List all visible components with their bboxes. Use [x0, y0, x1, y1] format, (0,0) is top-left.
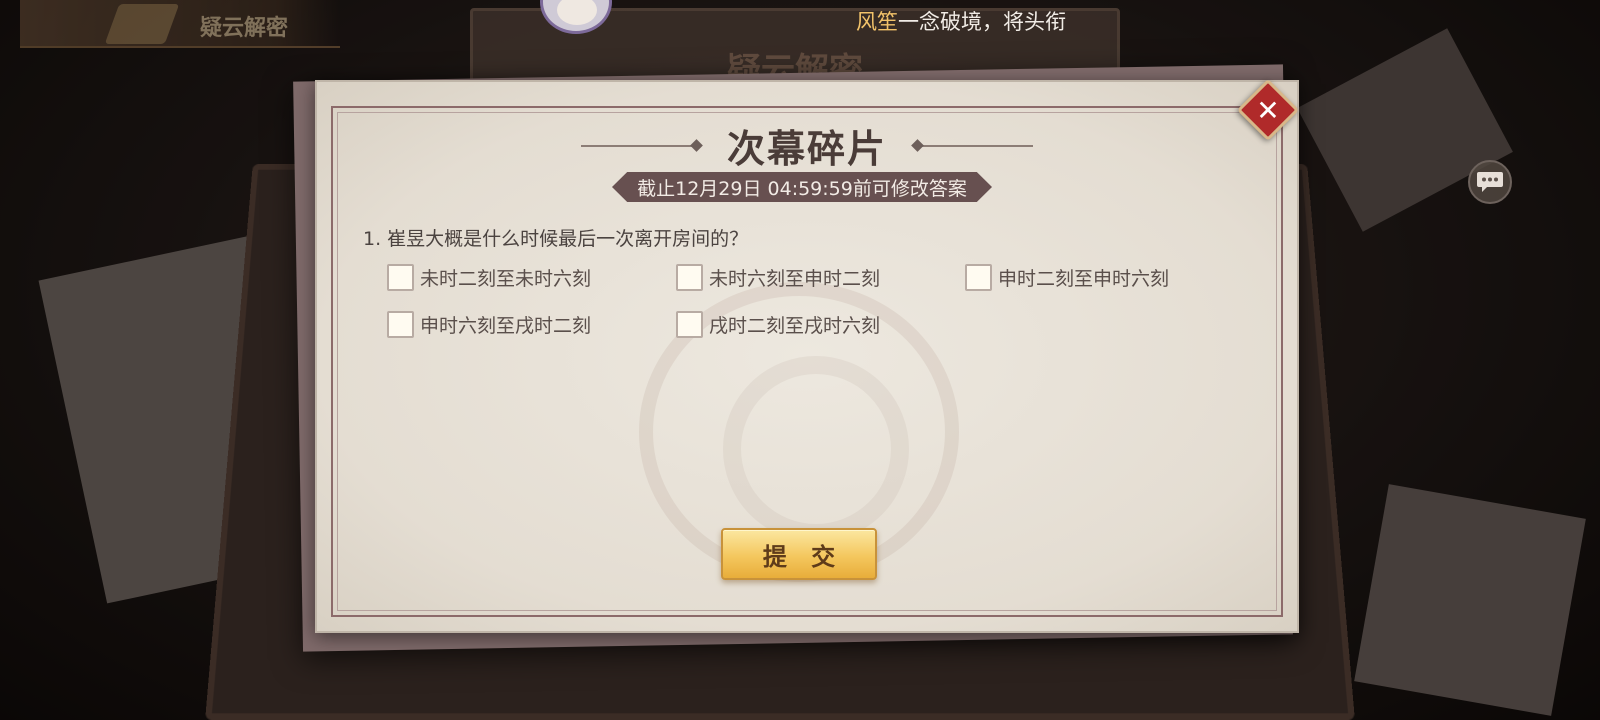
answer-option[interactable]: 戌时二刻至戌时六刻 [676, 311, 880, 338]
event-emblem-icon [104, 4, 180, 44]
option-label: 申时二刻至申时六刻 [998, 268, 1170, 290]
option-label: 戌时二刻至戌时六刻 [709, 315, 881, 337]
option-label: 未时二刻至未时六刻 [420, 268, 592, 290]
submit-button[interactable]: 提 交 [721, 528, 877, 580]
option-checkbox[interactable] [965, 264, 992, 291]
option-label: 未时六刻至申时二刻 [709, 268, 881, 290]
chat-bubble-icon [1477, 172, 1503, 192]
option-checkbox[interactable] [676, 264, 703, 291]
background-paper [1354, 484, 1586, 716]
close-icon: ✕ [1256, 93, 1280, 127]
option-label: 申时六刻至戌时二刻 [420, 315, 592, 337]
notice-player-name: 风笙 [856, 10, 898, 34]
answer-option[interactable]: 申时六刻至戌时二刻 [387, 311, 591, 338]
deadline-text: 截止12月29日 04:59:59前可修改答案 [637, 177, 967, 200]
notice-text: 一念破境，将头衔 [898, 10, 1066, 34]
title-ornament [913, 144, 1033, 147]
event-title: 疑云解密 [200, 16, 289, 41]
answer-option[interactable]: 申时二刻至申时六刻 [965, 264, 1169, 291]
answer-option[interactable]: 未时六刻至申时二刻 [676, 264, 880, 291]
title-ornament [580, 144, 701, 147]
event-title-plate: 疑云解密 [20, 0, 340, 48]
answer-option[interactable]: 未时二刻至未时六刻 [387, 264, 591, 291]
deadline-banner: 截止12月29日 04:59:59前可修改答案 [612, 172, 992, 202]
quiz-dialog: 次幕碎片 截止12月29日 04:59:59前可修改答案 1. 崔昱大概是什么时… [315, 80, 1299, 633]
question-text: 1. 崔昱大概是什么时候最后一次离开房间的？ [363, 228, 749, 250]
option-checkbox[interactable] [387, 264, 414, 291]
chat-button[interactable] [1468, 160, 1512, 204]
broadcast-notice: 风笙一念破境，将头衔 [856, 6, 1066, 36]
option-checkbox[interactable] [676, 311, 703, 338]
option-checkbox[interactable] [387, 311, 414, 338]
dialog-title: 次幕碎片 [726, 126, 887, 171]
dialog-title-row: 次幕碎片 [317, 118, 1297, 173]
